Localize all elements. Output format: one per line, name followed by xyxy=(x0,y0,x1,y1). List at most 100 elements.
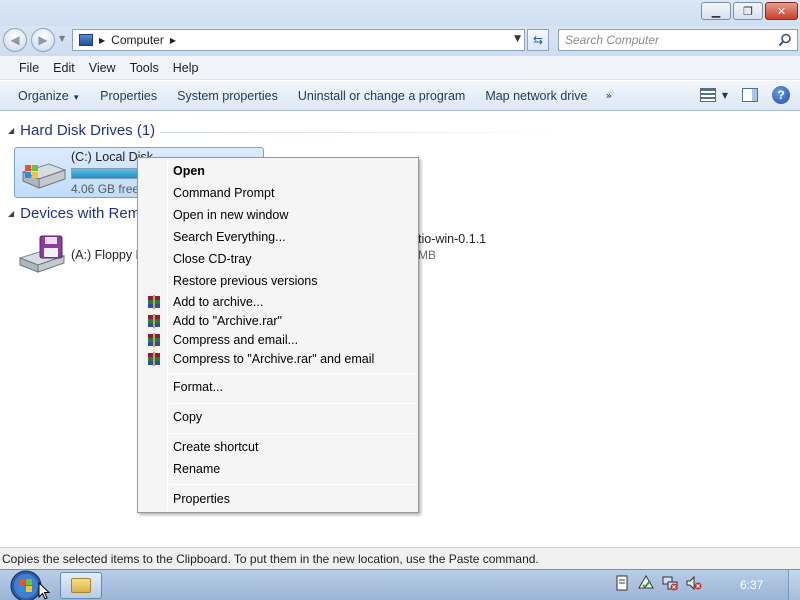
address-history-dropdown[interactable]: ▼ xyxy=(514,34,521,44)
search-icon[interactable] xyxy=(778,33,792,47)
menu-separator xyxy=(170,433,416,434)
map-network-drive-button[interactable]: Map network drive xyxy=(475,89,597,103)
hard-drive-icon xyxy=(21,163,67,189)
ctx-copy-label: Copy xyxy=(173,410,203,424)
disk-free-space: 4.06 GB free xyxy=(71,182,140,196)
menu-view[interactable]: View xyxy=(82,61,123,75)
ctx-command-prompt[interactable]: Command Prompt xyxy=(140,183,416,203)
refresh-button[interactable]: ⇆ xyxy=(527,29,549,51)
breadcrumb-arrow-icon[interactable]: ▶ xyxy=(99,36,105,45)
search-input[interactable] xyxy=(559,30,769,50)
ctx-restore-versions-label: Restore previous versions xyxy=(173,274,318,288)
minimize-button[interactable]: ▁ xyxy=(701,2,731,20)
hard-disk-group-header[interactable]: ◢ Hard Disk Drives (1) xyxy=(8,122,155,139)
ctx-restore-versions[interactable]: Restore previous versions xyxy=(140,271,416,291)
winrar-icon xyxy=(148,352,160,366)
back-button[interactable]: ◀ xyxy=(3,28,27,52)
ctx-add-to-archive-label: Add to archive... xyxy=(173,295,264,309)
ctx-open-label: Open xyxy=(173,164,205,178)
removable-group-title: Devices with Rem xyxy=(20,205,141,222)
document-tray-icon[interactable] xyxy=(613,574,631,592)
mouse-cursor-icon xyxy=(38,582,50,600)
close-button[interactable]: ✕ xyxy=(765,2,798,20)
ctx-properties[interactable]: Properties xyxy=(140,489,416,509)
collapse-triangle-icon[interactable]: ◢ xyxy=(8,126,14,135)
taskbar-explorer-button[interactable] xyxy=(60,572,102,599)
ctx-open-new-window[interactable]: Open in new window xyxy=(140,205,416,225)
ctx-open-new-window-label: Open in new window xyxy=(173,208,289,222)
ctx-compress-email[interactable]: Compress and email... xyxy=(140,330,416,350)
removable-group-header[interactable]: ◢ Devices with Rem xyxy=(8,205,140,222)
more-commands-button[interactable]: » xyxy=(597,89,620,102)
ctx-properties-label: Properties xyxy=(173,492,230,506)
breadcrumb-arrow-icon[interactable]: ▶ xyxy=(170,36,176,45)
menu-separator xyxy=(170,484,416,485)
address-row: ◀ ▶ ▼ ▶ Computer ▶ ▼ ⇆ xyxy=(0,26,800,56)
ctx-open[interactable]: Open xyxy=(140,161,416,181)
floppy-drive-label[interactable]: (A:) Floppy D xyxy=(71,248,145,262)
ctx-command-prompt-label: Command Prompt xyxy=(173,186,275,200)
volume-muted-icon[interactable] xyxy=(685,574,703,592)
menu-tools[interactable]: Tools xyxy=(123,61,166,75)
taskbar-clock[interactable]: 6:37 xyxy=(740,578,763,592)
show-desktop-button[interactable] xyxy=(788,570,800,600)
ctx-compress-rar-email[interactable]: Compress to "Archive.rar" and email xyxy=(140,349,416,369)
cd-drive-size: MB xyxy=(418,248,436,262)
folder-icon xyxy=(71,578,91,593)
organize-label: Organize xyxy=(18,88,69,103)
cd-drive-label[interactable]: tio-win-0.1.1 xyxy=(418,232,486,246)
floppy-drive-icon[interactable] xyxy=(18,234,68,274)
address-bar[interactable]: ▶ Computer ▶ ▼ xyxy=(72,29,525,51)
forward-arrow-icon: ▶ xyxy=(38,33,48,47)
back-arrow-icon: ◀ xyxy=(10,33,20,47)
ctx-close-cd-tray[interactable]: Close CD-tray xyxy=(140,249,416,269)
maximize-button[interactable]: ❐ xyxy=(733,2,763,20)
ctx-create-shortcut[interactable]: Create shortcut xyxy=(140,437,416,457)
ctx-rename[interactable]: Rename xyxy=(140,459,416,479)
ctx-copy[interactable]: Copy xyxy=(140,407,416,427)
view-options-dropdown-icon[interactable]: ▼ xyxy=(722,91,728,100)
ctx-search-everything-label: Search Everything... xyxy=(173,230,286,244)
system-properties-button[interactable]: System properties xyxy=(167,89,288,103)
uninstall-program-button[interactable]: Uninstall or change a program xyxy=(288,89,475,103)
hard-disk-group-title: Hard Disk Drives (1) xyxy=(20,122,156,139)
organize-button[interactable]: Organize ▼ xyxy=(0,89,90,103)
winrar-icon xyxy=(148,295,160,309)
ctx-format-label: Format... xyxy=(173,380,224,394)
ctx-add-to-archive[interactable]: Add to archive... xyxy=(140,292,416,312)
ctx-rename-label: Rename xyxy=(173,462,221,476)
ctx-create-shortcut-label: Create shortcut xyxy=(173,440,259,454)
menu-help[interactable]: Help xyxy=(166,61,206,75)
group-divider xyxy=(160,132,560,133)
window-controls: ▁ ❐ ✕ xyxy=(701,2,798,20)
collapse-triangle-icon[interactable]: ◢ xyxy=(8,209,14,218)
winrar-icon xyxy=(148,314,160,328)
computer-icon xyxy=(79,34,93,46)
menu-edit[interactable]: Edit xyxy=(46,61,82,75)
ctx-add-to-archive-rar[interactable]: Add to "Archive.rar" xyxy=(140,311,416,331)
ctx-format[interactable]: Format... xyxy=(140,377,416,397)
menu-separator xyxy=(170,373,416,374)
view-controls: ▼ ? xyxy=(699,86,790,104)
menu-file[interactable]: File xyxy=(12,61,46,75)
action-center-icon[interactable] xyxy=(637,574,655,592)
forward-button[interactable]: ▶ xyxy=(31,28,55,52)
ctx-compress-rar-email-label: Compress to "Archive.rar" and email xyxy=(173,352,375,366)
status-text: Copies the selected items to the Clipboa… xyxy=(2,551,539,566)
ctx-search-everything[interactable]: Search Everything... xyxy=(140,227,416,247)
chevron-down-icon: ▼ xyxy=(72,92,81,102)
menu-separator xyxy=(170,403,416,404)
system-tray xyxy=(613,574,703,592)
network-icon[interactable] xyxy=(661,574,679,592)
menu-bar: File Edit View Tools Help xyxy=(0,56,800,80)
change-view-icon[interactable] xyxy=(699,88,716,102)
ctx-compress-email-label: Compress and email... xyxy=(173,333,299,347)
breadcrumb-computer[interactable]: Computer xyxy=(111,33,164,47)
help-icon[interactable]: ? xyxy=(772,86,790,104)
taskbar: 6:37 xyxy=(0,569,800,600)
recent-pages-dropdown[interactable]: ▼ xyxy=(59,34,65,43)
properties-button[interactable]: Properties xyxy=(90,89,167,103)
preview-pane-icon[interactable] xyxy=(742,88,758,102)
command-bar: Organize ▼ Properties System properties … xyxy=(0,81,800,111)
refresh-icon: ⇆ xyxy=(532,33,544,47)
